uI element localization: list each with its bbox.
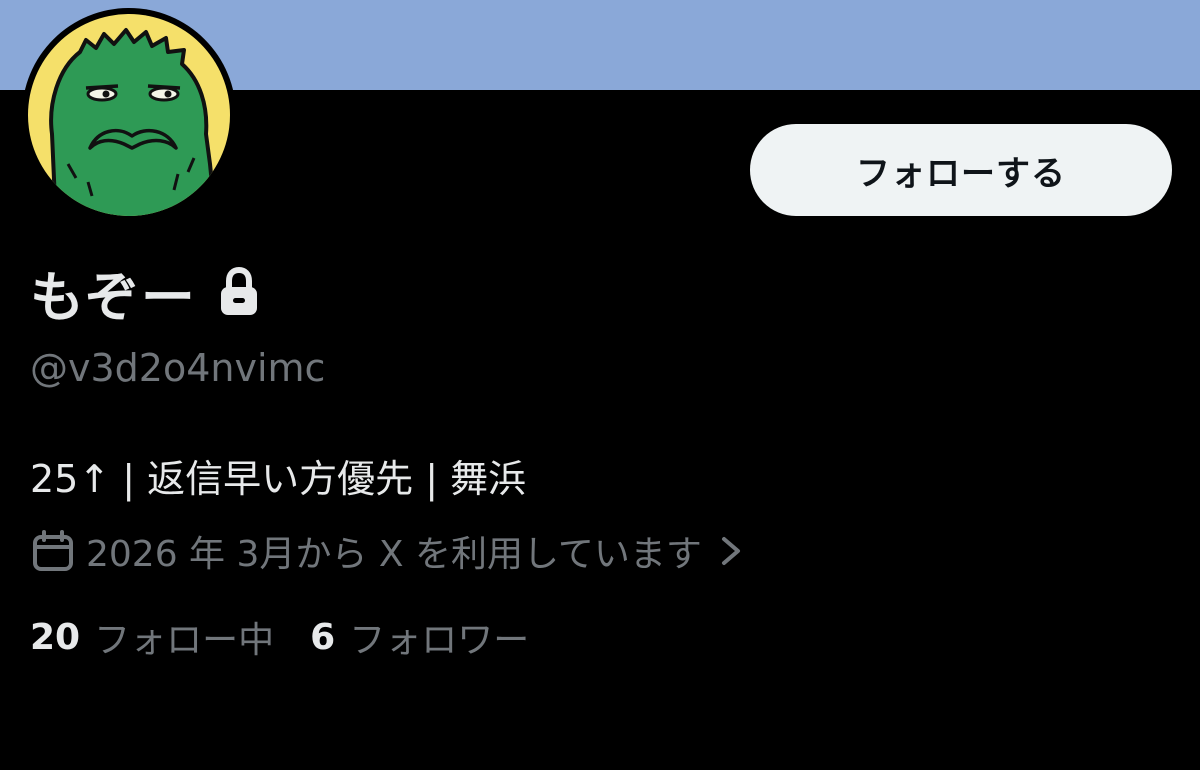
followers-label: フォロワー: [349, 620, 530, 661]
following-count: 20: [30, 616, 81, 658]
followers-count: 6: [310, 616, 336, 658]
display-name-row: もぞー: [30, 260, 261, 329]
chevron-right-icon: [716, 531, 746, 571]
follow-stats: 20 フォロー中 6 フォロワー: [30, 612, 565, 662]
joined-date-row[interactable]: 2026 年 3月から X を利用しています: [30, 526, 746, 576]
follow-button[interactable]: フォローする: [750, 124, 1172, 216]
profile-avatar[interactable]: [22, 8, 236, 222]
calendar-icon: [30, 528, 76, 574]
following-label: フォロー中: [94, 620, 275, 661]
followers-link[interactable]: 6 フォロワー: [310, 611, 529, 663]
profile-bio: 25↑ | 返信早い方優先 | 舞浜: [30, 457, 527, 501]
joined-date-text: 2026 年 3月から X を利用しています: [86, 534, 702, 575]
avatar-image: [28, 14, 230, 216]
following-link[interactable]: 20 フォロー中: [30, 611, 274, 663]
lock-icon: [217, 266, 261, 318]
display-name: もぞー: [30, 265, 197, 329]
profile-handle: @v3d2o4nvimc: [30, 346, 326, 390]
